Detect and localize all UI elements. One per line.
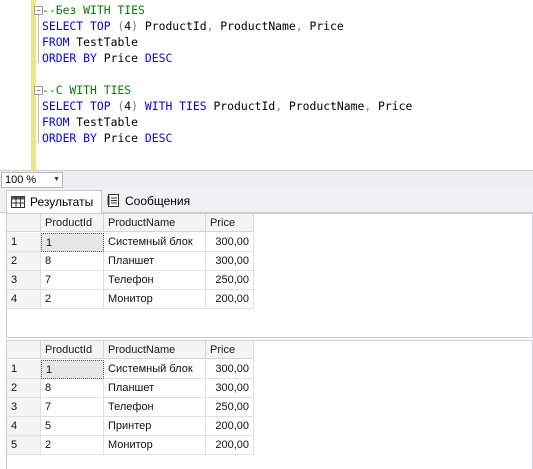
row-number-cell[interactable]: 2 — [7, 252, 41, 271]
code-token: ) — [131, 99, 139, 113]
code-token: --С WITH TIES — [42, 83, 132, 97]
collapse-toggle-icon[interactable]: − — [34, 6, 43, 15]
code-token: ProductId — [138, 19, 207, 33]
code-token: Price — [302, 19, 344, 33]
row-number-cell[interactable]: 3 — [7, 398, 41, 417]
tab-results-label: Результаты — [30, 195, 94, 209]
code-line[interactable]: SELECT TOP (4) WITH TIES ProductId, Prod… — [42, 98, 412, 114]
grid-cell[interactable]: 300,00 — [206, 379, 254, 398]
grid-cell[interactable]: 200,00 — [206, 290, 254, 309]
grid-cell[interactable]: Планшет — [104, 252, 206, 271]
grid-cell[interactable]: 250,00 — [206, 398, 254, 417]
column-header[interactable]: ProductId — [41, 341, 104, 359]
code-line[interactable]: ORDER BY Price DESC — [42, 130, 172, 146]
grid-cell[interactable]: 2 — [41, 290, 104, 309]
grid-cell[interactable]: 7 — [41, 398, 104, 417]
grid-cell[interactable]: Системный блок — [104, 360, 206, 379]
column-header[interactable]: Price — [206, 214, 254, 232]
result-grid-2[interactable]: ProductId ProductName Price 1 1 Системный бло… — [6, 340, 533, 469]
code-token: FROM — [42, 35, 77, 49]
grid-cell[interactable]: 5 — [41, 417, 104, 436]
code-token: ProductName — [213, 19, 296, 33]
code-token: Price — [371, 99, 413, 113]
row-number-cell[interactable]: 5 — [7, 436, 41, 455]
grid-cell[interactable]: 2 — [41, 436, 104, 455]
column-header[interactable]: ProductName — [104, 214, 206, 232]
row-number-cell[interactable]: 4 — [7, 417, 41, 436]
grid-icon — [11, 196, 25, 208]
column-header[interactable]: ProductName — [104, 341, 206, 359]
code-line[interactable]: FROM TestTable — [42, 34, 138, 50]
zoom-value: 100 % — [5, 174, 37, 186]
row-number-cell[interactable]: 1 — [7, 360, 41, 379]
code-token: TestTable — [76, 35, 139, 49]
tab-messages[interactable]: Сообщения — [103, 190, 218, 211]
tab-results[interactable]: Результаты — [6, 190, 102, 213]
code-token: TestTable — [76, 115, 139, 129]
chevron-down-icon[interactable]: ▼ — [53, 173, 60, 187]
grid-cell[interactable]: 1 — [41, 360, 104, 379]
code-token: ) — [131, 19, 139, 33]
code-token: ORDER BY — [42, 51, 104, 65]
code-token: Price — [103, 51, 145, 65]
collapse-toggle-icon[interactable]: − — [34, 86, 43, 95]
code-token: ORDER BY — [42, 131, 104, 145]
code-token: SELECT TOP — [42, 99, 118, 113]
code-token: ProductName — [282, 99, 365, 113]
outline-bracket — [38, 95, 39, 143]
editor-status-row: 100 % ▼ — [0, 170, 533, 188]
row-number-cell[interactable]: 2 — [7, 379, 41, 398]
grid-cell[interactable]: Телефон — [104, 398, 206, 417]
code-line[interactable]: FROM TestTable — [42, 114, 138, 130]
results-tab-strip: Результаты Сообщения — [0, 188, 533, 213]
code-line[interactable]: ORDER BY Price DESC — [42, 50, 172, 66]
grid-cell[interactable]: 250,00 — [206, 271, 254, 290]
code-token: ProductId — [213, 99, 276, 113]
grid-corner-header[interactable] — [7, 341, 41, 359]
row-number-cell[interactable]: 1 — [7, 233, 41, 252]
grid-cell[interactable]: 200,00 — [206, 417, 254, 436]
column-header[interactable]: Price — [206, 341, 254, 359]
code-token: FROM — [42, 115, 77, 129]
grid-cell[interactable]: 8 — [41, 252, 104, 271]
tab-messages-label: Сообщения — [125, 193, 191, 208]
grid-cell[interactable]: Принтер — [104, 417, 206, 436]
code-token: , — [295, 19, 303, 33]
grid-cell[interactable]: Телефон — [104, 271, 206, 290]
grid-cell[interactable]: 8 — [41, 379, 104, 398]
change-tracking-bar — [31, 0, 36, 170]
outline-bracket — [38, 15, 39, 63]
grid-cell[interactable]: 300,00 — [206, 252, 254, 271]
grid-cell[interactable]: 300,00 — [206, 233, 254, 252]
code-line[interactable]: --Без WITH TIES — [42, 2, 145, 18]
code-line[interactable]: SELECT TOP (4) ProductId, ProductName, P… — [42, 18, 344, 34]
grid-cell[interactable]: Монитор — [104, 436, 206, 455]
result-grid-1[interactable]: ProductId ProductName Price 1 1 Системный бло… — [6, 213, 533, 338]
code-token: WITH TIES — [138, 99, 214, 113]
code-token: SELECT TOP — [42, 19, 118, 33]
sql-editor[interactable]: --Без WITH TIES SELECT TOP (4) ProductId,… — [0, 0, 533, 170]
code-token: DESC — [144, 131, 173, 145]
messages-icon — [107, 194, 119, 207]
grid-cell[interactable]: Планшет — [104, 379, 206, 398]
grid-corner-header[interactable] — [7, 214, 41, 232]
code-token: Price — [103, 131, 145, 145]
grid-cell[interactable]: 7 — [41, 271, 104, 290]
column-header[interactable]: ProductId — [41, 214, 104, 232]
code-token: --Без WITH TIES — [42, 3, 145, 17]
grid-cell[interactable]: Монитор — [104, 290, 206, 309]
row-number-cell[interactable]: 4 — [7, 290, 41, 309]
grid-cell[interactable]: 200,00 — [206, 436, 254, 455]
code-token: DESC — [144, 51, 173, 65]
grid-cell[interactable]: 300,00 — [206, 360, 254, 379]
grid-cell[interactable]: 1 — [41, 233, 104, 252]
code-line[interactable]: --С WITH TIES — [42, 82, 131, 98]
zoom-dropdown[interactable]: 100 % ▼ — [1, 172, 63, 188]
row-number-cell[interactable]: 3 — [7, 271, 41, 290]
grid-cell[interactable]: Системный блок — [104, 233, 206, 252]
